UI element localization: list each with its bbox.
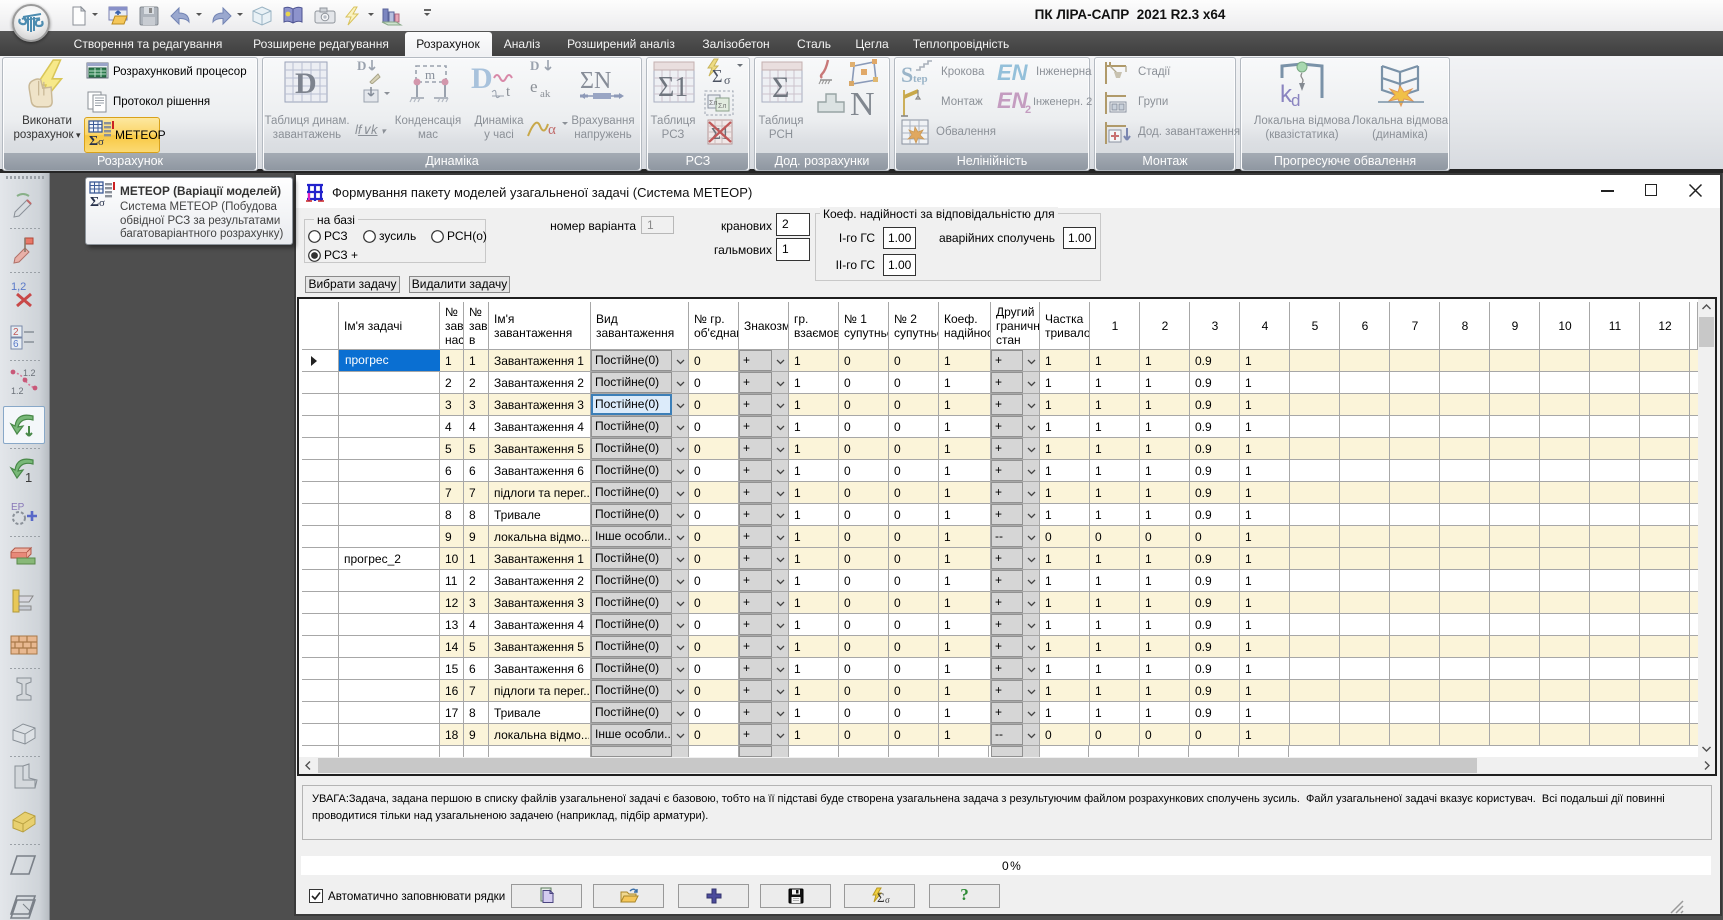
svg-text:tep: tep: [913, 73, 928, 85]
svg-text:Σ: Σ: [90, 195, 99, 207]
svg-text:2: 2: [1025, 104, 1031, 114]
svg-text:6: 6: [13, 339, 19, 350]
svg-text:1: 1: [25, 470, 32, 484]
svg-text:σ: σ: [724, 73, 731, 87]
svg-text:e: e: [530, 77, 538, 96]
svg-text:Σ: Σ: [89, 134, 98, 146]
svg-text:D: D: [295, 67, 317, 100]
svg-text:D: D: [530, 58, 539, 73]
svg-text:Σ: Σ: [877, 890, 885, 905]
svg-text:D: D: [471, 62, 493, 95]
svg-text:Σ: Σ: [712, 66, 722, 86]
svg-text:m: m: [425, 67, 435, 82]
svg-text:Σл: Σл: [709, 100, 717, 107]
svg-text:Σл: Σл: [718, 103, 726, 110]
svg-text:t: t: [506, 84, 511, 100]
svg-text:2: 2: [13, 327, 19, 338]
svg-text:EN: EN: [997, 88, 1029, 113]
svg-text:S: S: [901, 62, 913, 86]
svg-text:1,2: 1,2: [11, 281, 26, 293]
svg-text:EN: EN: [997, 60, 1029, 84]
svg-text:σ: σ: [98, 136, 104, 146]
svg-text:α: α: [548, 122, 556, 138]
svg-text:1.2: 1.2: [23, 368, 36, 378]
svg-text:ΣN: ΣN: [580, 68, 611, 94]
svg-text:σ: σ: [99, 197, 105, 207]
svg-text:D: D: [357, 58, 366, 73]
svg-text:σ: σ: [885, 895, 890, 905]
svg-text:d: d: [1291, 91, 1300, 108]
svg-text:1.2: 1.2: [11, 386, 24, 396]
svg-text:ak: ak: [540, 88, 551, 100]
svg-text:Σ: Σ: [772, 71, 789, 104]
svg-text:Σ1: Σ1: [658, 72, 688, 103]
